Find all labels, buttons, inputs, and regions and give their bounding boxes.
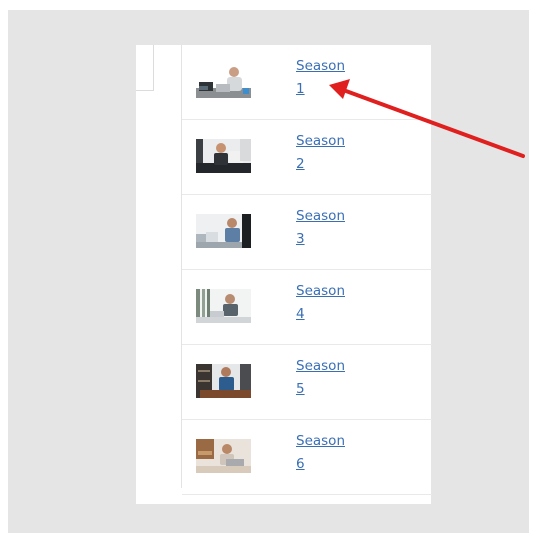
season-1-word: Season bbox=[296, 58, 345, 74]
person-laptop-photo-icon bbox=[196, 364, 251, 398]
season-5-link[interactable]: Season 5 bbox=[296, 355, 356, 401]
person-laptop-photo-icon bbox=[196, 214, 251, 248]
season-3-number: 3 bbox=[296, 231, 305, 247]
season-row-1: Season 1 bbox=[182, 45, 432, 120]
season-list: Season 1 Season 2 Season 3 Season 4 Seas… bbox=[181, 45, 432, 495]
season-5-word: Season bbox=[296, 358, 345, 374]
season-row-4: Season 4 bbox=[182, 270, 432, 345]
season-4-thumbnail[interactable] bbox=[196, 289, 251, 323]
season-6-word: Season bbox=[296, 433, 345, 449]
season-1-link[interactable]: Season 1 bbox=[296, 55, 356, 101]
season-5-number: 5 bbox=[296, 381, 305, 397]
season-6-number: 6 bbox=[296, 456, 305, 472]
season-1-number: 1 bbox=[296, 81, 305, 97]
season-3-word: Season bbox=[296, 208, 345, 224]
panel-left-edge bbox=[136, 45, 154, 91]
season-row-2: Season 2 bbox=[182, 120, 432, 195]
season-1-thumbnail[interactable] bbox=[196, 64, 251, 98]
season-2-thumbnail[interactable] bbox=[196, 139, 251, 173]
season-3-link[interactable]: Season 3 bbox=[296, 205, 356, 251]
person-laptop-photo-icon bbox=[196, 139, 251, 173]
season-2-number: 2 bbox=[296, 156, 305, 172]
season-4-number: 4 bbox=[296, 306, 305, 322]
person-laptop-photo-icon bbox=[196, 289, 251, 323]
season-row-5: Season 5 bbox=[182, 345, 432, 420]
season-row-3: Season 3 bbox=[182, 195, 432, 270]
season-6-thumbnail[interactable] bbox=[196, 439, 251, 473]
season-2-word: Season bbox=[296, 133, 345, 149]
season-4-link[interactable]: Season 4 bbox=[296, 280, 356, 326]
season-3-thumbnail[interactable] bbox=[196, 214, 251, 248]
season-6-link[interactable]: Season 6 bbox=[296, 430, 356, 476]
person-laptop-photo-icon bbox=[196, 439, 251, 473]
season-row-6: Season 6 bbox=[182, 420, 432, 495]
season-list-panel: Season 1 Season 2 Season 3 Season 4 Seas… bbox=[136, 45, 432, 504]
season-2-link[interactable]: Season 2 bbox=[296, 130, 356, 176]
season-5-thumbnail[interactable] bbox=[196, 364, 251, 398]
season-4-word: Season bbox=[296, 283, 345, 299]
person-laptop-photo-icon bbox=[196, 64, 251, 98]
